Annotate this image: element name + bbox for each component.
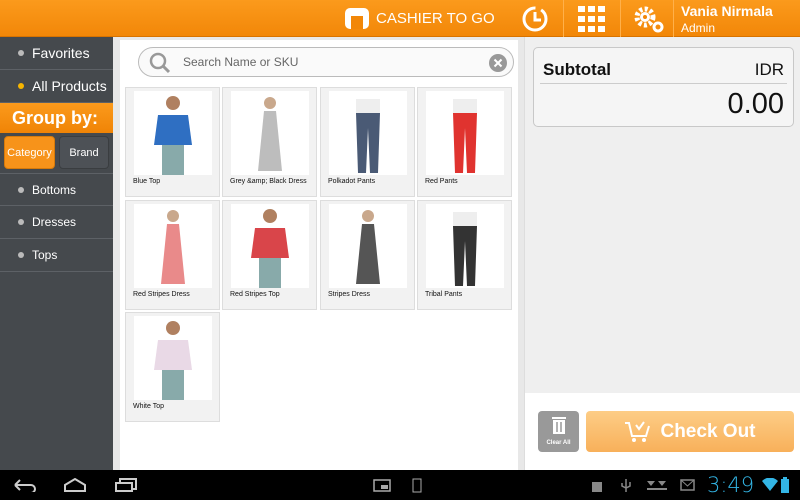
product-image [231,204,309,288]
group-by-brand-button[interactable]: Brand [59,136,109,169]
product-image [329,91,407,175]
cart-panel: Subtotal IDR 0.00 Clear All Check Out [524,37,800,470]
bullet-icon [18,252,24,258]
user-info[interactable]: Vania Nirmala Admin [681,3,773,35]
product-name: Tribal Pants [425,291,463,298]
category-tops[interactable]: Tops [0,239,113,272]
bullet-icon [18,186,24,193]
trash-icon [551,417,566,434]
settings-button[interactable] [632,0,666,37]
subtotal-box: Subtotal IDR 0.00 [533,47,794,127]
product-image [134,316,212,400]
user-role: Admin [681,21,716,35]
clock: 3:49 [707,473,755,497]
category-label: Dresses [32,215,77,229]
search-placeholder: Search Name or SKU [183,55,299,69]
home-icon[interactable] [63,478,87,492]
checkout-label: Check Out [660,420,756,442]
history-icon [522,6,548,31]
product-name: Blue Top [133,178,161,185]
bullet-icon [18,219,24,225]
wifi-icon [762,478,778,491]
search-input[interactable]: Search Name or SKU [138,47,514,77]
history-button[interactable] [519,0,549,37]
currency-label: IDR [754,60,784,79]
category-label: Tops [32,248,58,262]
recent-apps-icon[interactable] [114,478,138,492]
product-tile[interactable]: Stripes Dress [320,200,415,310]
group-by-heading: Group by: [0,103,113,133]
usb-icon [621,479,631,492]
product-image [134,204,212,288]
sidebar-item-favorites[interactable]: Favorites [0,37,113,70]
sidebar-item-label: Favorites [32,45,90,61]
product-name: Stripes Dress [328,291,371,298]
product-tile[interactable]: Red Stripes Dress [125,200,220,310]
clear-search-icon[interactable] [489,54,507,72]
category-label: Bottoms [32,182,77,197]
battery-icon [781,477,789,493]
product-image [426,204,504,288]
gmail-icon [680,479,695,491]
phone-icon[interactable] [412,478,422,493]
download-icon [647,481,667,490]
category-bottoms[interactable]: Bottoms [0,173,113,206]
product-name: Grey &amp; Black Dress [230,178,307,185]
product-tile[interactable]: Tribal Pants [417,200,512,310]
bullet-icon [18,83,24,89]
product-image [329,204,407,288]
product-tile[interactable]: Red Pants [417,87,512,197]
search-icon [149,52,171,74]
subtotal-label: Subtotal [543,60,611,79]
group-by-category-button[interactable]: Category [4,136,55,169]
gear-icon [634,6,664,32]
register-icon [345,7,369,29]
sidebar-item-label: All Products [32,78,107,94]
android-debug-icon [592,482,602,492]
clear-all-label: Clear All [546,440,571,446]
product-image [134,91,212,175]
category-dresses[interactable]: Dresses [0,206,113,239]
product-tile[interactable]: Polkadot Pants [320,87,415,197]
product-name: Red Pants [425,178,458,185]
back-icon[interactable] [12,478,38,492]
system-bar: 3:49 [0,470,800,500]
app-logo: CASHIER TO GO [344,0,495,37]
checkout-button[interactable]: Check Out [586,411,794,452]
user-name: Vania Nirmala [681,3,773,19]
product-name: Red Stripes Top [230,291,280,298]
clear-all-button[interactable]: Clear All [538,411,579,452]
product-name: White Top [133,403,164,410]
top-bar: CASHIER TO GO Vania Nirmala Admin [0,0,800,37]
sidebar-item-all-products[interactable]: All Products [0,70,113,103]
product-name: Red Stripes Dress [133,291,190,298]
product-image [426,91,504,175]
product-tile[interactable]: Red Stripes Top [222,200,317,310]
app-name: CASHIER TO GO [376,10,495,27]
apps-button[interactable] [577,0,607,37]
subtotal-value: 0.00 [727,88,784,120]
product-tile[interactable]: Blue Top [125,87,220,197]
bullet-icon [18,50,24,56]
product-tile[interactable]: White Top [125,312,220,422]
grid-icon [578,5,605,32]
sidebar: Favorites All Products Group by: Categor… [0,37,113,470]
product-area: Search Name or SKU Blue Top Grey &amp; Bl… [113,37,524,470]
screenshot-icon[interactable] [373,479,391,492]
cart-icon [625,420,651,442]
product-tile[interactable]: Grey &amp; Black Dress [222,87,317,197]
product-name: Polkadot Pants [328,178,376,185]
product-image [231,91,309,175]
